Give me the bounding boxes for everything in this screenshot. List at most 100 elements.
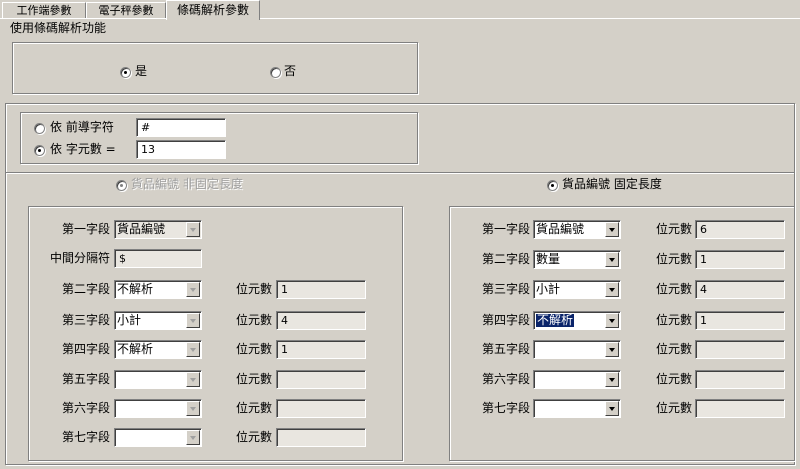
enable-no-radio[interactable] (270, 67, 281, 78)
left-digits-input[interactable]: 1 (276, 340, 366, 359)
right-field-value: 貨品編號 (536, 222, 585, 236)
right-digits-input[interactable] (695, 340, 785, 359)
right-field-label: 第七字段 (481, 401, 530, 415)
chevron-down-icon (186, 282, 200, 297)
left-field1-select[interactable]: 貨品編號 (114, 220, 202, 239)
chevron-down-icon (605, 372, 619, 387)
right-field-label: 第三字段 (481, 282, 530, 296)
right-field-select[interactable] (533, 370, 621, 389)
left-field-label: 第七字段 (61, 430, 110, 444)
right-digits-label: 位元數 (655, 342, 692, 356)
left-field-select[interactable]: 不解析 (114, 280, 202, 299)
chevron-down-icon (605, 342, 619, 357)
left-digits-input[interactable]: 1 (276, 280, 366, 299)
left-field-label: 第二字段 (61, 282, 110, 296)
left-field-value: 不解析 (117, 342, 154, 356)
fixed-length-panel (449, 206, 795, 461)
left-field-select[interactable] (114, 428, 202, 447)
chevron-down-icon (186, 430, 200, 445)
chevron-down-icon (605, 282, 619, 297)
variable-length-panel (28, 206, 403, 461)
left-digits-input[interactable] (276, 370, 366, 389)
right-field-value: 數量 (536, 252, 561, 266)
left-field1-value: 貨品編號 (117, 222, 166, 236)
right-field-select[interactable]: 小計 (533, 280, 621, 299)
enable-barcode-group-title: 使用條碼解析功能 (8, 19, 109, 36)
right-digits-input[interactable] (695, 399, 785, 418)
right-digits-label: 位元數 (655, 282, 692, 296)
chevron-down-icon (186, 372, 200, 387)
chevron-down-icon (605, 401, 619, 416)
right-digits-input[interactable]: 6 (695, 220, 785, 239)
right-digits-input[interactable]: 4 (695, 280, 785, 299)
mode-prefix-radio[interactable] (34, 123, 45, 134)
right-digits-input[interactable]: 1 (695, 311, 785, 330)
right-digits-label: 位元數 (655, 252, 692, 266)
prefix-char-input[interactable]: # (136, 118, 226, 137)
left-field-select[interactable]: 不解析 (114, 340, 202, 359)
right-digits-input[interactable] (695, 370, 785, 389)
right-field-label: 第六字段 (481, 372, 530, 386)
tab-scale-params[interactable]: 電子秤參數 (86, 2, 166, 18)
left-field-label: 第五字段 (61, 372, 110, 386)
right-digits-label: 位元數 (655, 401, 692, 415)
right-field-select[interactable] (533, 340, 621, 359)
right-field-value: 不解析 (534, 313, 576, 328)
chevron-down-icon (186, 222, 200, 237)
left-field-select[interactable] (114, 370, 202, 389)
right-digits-label: 位元數 (655, 313, 692, 327)
right-field-label: 第四字段 (481, 313, 530, 327)
left-field-label: 第四字段 (61, 342, 110, 356)
right-digits-label: 位元數 (655, 222, 692, 236)
char-count-input[interactable]: 13 (136, 140, 226, 159)
right-field-label: 第二字段 (481, 252, 530, 266)
chevron-down-icon (605, 252, 619, 267)
left-digits-label: 位元數 (235, 430, 272, 444)
section-divider (6, 172, 794, 174)
left-digits-label: 位元數 (235, 282, 272, 296)
enable-no-label: 否 (284, 64, 297, 78)
right-field-select[interactable]: 數量 (533, 250, 621, 269)
left-digits-label: 位元數 (235, 372, 272, 386)
separator-input[interactable]: $ (114, 249, 202, 268)
variable-length-radio[interactable] (116, 180, 127, 191)
right-field-value: 小計 (536, 282, 561, 296)
left-digits-label: 位元數 (235, 342, 272, 356)
left-digits-label: 位元數 (235, 401, 272, 415)
mode-length-label: 依 字元數 = (50, 142, 116, 156)
mode-length-radio[interactable] (34, 145, 45, 156)
tab-barcode-params[interactable]: 條碼解析參數 (166, 0, 260, 20)
left-digits-input[interactable] (276, 399, 366, 418)
left-field-value: 小計 (117, 313, 142, 327)
right-field-select[interactable]: 貨品編號 (533, 220, 621, 239)
left-field-select[interactable]: 小計 (114, 311, 202, 330)
mode-prefix-label: 依 前導字符 (50, 120, 114, 134)
left-field-label: 第三字段 (61, 313, 110, 327)
right-digits-label: 位元數 (655, 372, 692, 386)
enable-yes-radio[interactable] (120, 67, 131, 78)
right-field-label: 第五字段 (481, 342, 530, 356)
right-field-label: 第一字段 (481, 222, 530, 236)
fixed-length-label: 貨品編號 固定長度 (562, 177, 662, 191)
left-digits-input[interactable]: 4 (276, 311, 366, 330)
chevron-down-icon (605, 313, 619, 328)
chevron-down-icon (186, 401, 200, 416)
variable-length-label: 貨品編號 非固定長度 (131, 177, 243, 191)
right-field-select[interactable] (533, 399, 621, 418)
left-field-select[interactable] (114, 399, 202, 418)
left-field1-label: 第一字段 (61, 222, 110, 236)
left-digits-input[interactable] (276, 428, 366, 447)
right-field-select[interactable]: 不解析 (533, 311, 621, 330)
right-digits-input[interactable]: 1 (695, 250, 785, 269)
tab-workstation-params[interactable]: 工作端參數 (2, 2, 86, 18)
separator-label: 中間分隔符 (49, 251, 110, 265)
chevron-down-icon (186, 342, 200, 357)
left-field-value: 不解析 (117, 282, 154, 296)
left-digits-label: 位元數 (235, 313, 272, 327)
enable-yes-label: 是 (135, 64, 148, 78)
chevron-down-icon (186, 313, 200, 328)
chevron-down-icon (605, 222, 619, 237)
enable-barcode-group (12, 42, 418, 94)
left-field-label: 第六字段 (61, 401, 110, 415)
fixed-length-radio[interactable] (547, 180, 558, 191)
